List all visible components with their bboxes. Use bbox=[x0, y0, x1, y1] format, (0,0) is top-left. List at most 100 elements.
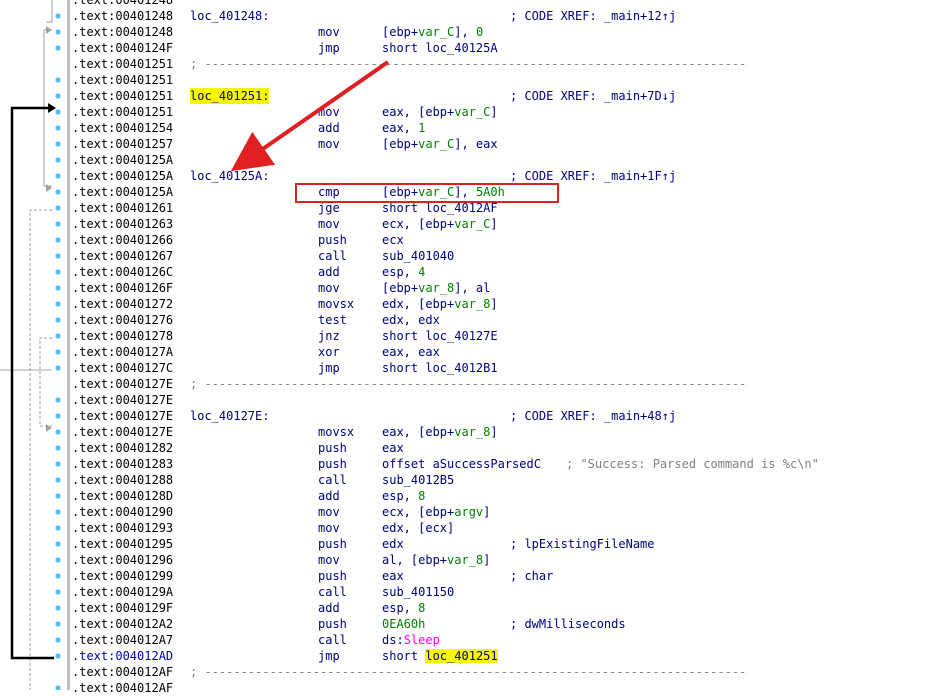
mnemonic[interactable]: push bbox=[318, 536, 347, 552]
operands[interactable]: edx, [ecx] bbox=[382, 520, 454, 536]
mnemonic[interactable]: jmp bbox=[318, 40, 340, 56]
operand-token[interactable]: eax, eax bbox=[382, 345, 440, 359]
address[interactable]: .text:0040125A bbox=[72, 168, 173, 184]
operands[interactable]: short loc_40127E bbox=[382, 328, 498, 344]
operand-token[interactable]: ], bbox=[454, 25, 476, 39]
mnemonic[interactable]: push bbox=[318, 616, 347, 632]
mnemonic[interactable]: test bbox=[318, 312, 347, 328]
mnemonic[interactable]: mov bbox=[318, 504, 340, 520]
mnemonic[interactable]: xor bbox=[318, 344, 340, 360]
operand-token[interactable]: ] bbox=[490, 297, 497, 311]
operand-token[interactable]: [ebp+ bbox=[382, 281, 418, 295]
address[interactable]: .text:004012AF bbox=[72, 680, 173, 696]
address[interactable]: .text:004012AD bbox=[72, 648, 173, 664]
gutter-divider[interactable] bbox=[67, 0, 70, 690]
mnemonic[interactable]: add bbox=[318, 600, 340, 616]
address[interactable]: .text:00401251 bbox=[72, 72, 173, 88]
listing-line[interactable]: .text:0040127A xor eax, eax bbox=[72, 344, 932, 360]
operand-token[interactable]: short loc_40125A bbox=[382, 41, 498, 55]
operands[interactable]: [ebp+var_C], 0 bbox=[382, 24, 483, 40]
listing-line[interactable]: .text:0040127C jmp short loc_4012B1 bbox=[72, 360, 932, 376]
address[interactable]: .text:00401267 bbox=[72, 248, 173, 264]
operand-token[interactable]: Sleep bbox=[404, 633, 440, 647]
mnemonic[interactable]: movsx bbox=[318, 424, 354, 440]
operand-token[interactable]: ecx, [ebp+ bbox=[382, 217, 454, 231]
address[interactable]: .text:004012A2 bbox=[72, 616, 173, 632]
operand-token[interactable]: al, [ebp+ bbox=[382, 553, 447, 567]
operand-token[interactable]: sub_401150 bbox=[382, 585, 454, 599]
operands[interactable]: eax, [ebp+var_8] bbox=[382, 424, 498, 440]
address[interactable]: .text:00401299 bbox=[72, 568, 173, 584]
operands[interactable]: sub_4012B5 bbox=[382, 472, 454, 488]
listing-line[interactable]: .text:004012AD jmp short loc_401251 bbox=[72, 648, 932, 664]
operands[interactable]: eax, 1 bbox=[382, 120, 425, 136]
mnemonic[interactable]: jmp bbox=[318, 648, 340, 664]
mnemonic[interactable]: call bbox=[318, 248, 347, 264]
listing-line[interactable]: .text:00401295 push edx ; lpExistingFileNam… bbox=[72, 536, 932, 552]
listing-line[interactable]: .text:0040125A loc_40125A: ; CODE XREF: _m… bbox=[72, 168, 932, 184]
address[interactable]: .text:0040126F bbox=[72, 280, 173, 296]
operands[interactable]: al, [ebp+var_8] bbox=[382, 552, 490, 568]
operand-token[interactable]: var_C bbox=[454, 217, 490, 231]
operands[interactable]: sub_401150 bbox=[382, 584, 454, 600]
mnemonic[interactable]: mov bbox=[318, 280, 340, 296]
operands[interactable]: edx bbox=[382, 536, 404, 552]
listing-line[interactable]: .text:00401288 call sub_4012B5 bbox=[72, 472, 932, 488]
listing-line[interactable]: .text:0040126F mov [ebp+var_8], al bbox=[72, 280, 932, 296]
operand-token[interactable]: var_8 bbox=[454, 425, 490, 439]
address[interactable]: .text:00401272 bbox=[72, 296, 173, 312]
mnemonic[interactable]: call bbox=[318, 632, 347, 648]
operand-token[interactable]: eax, bbox=[382, 121, 418, 135]
listing-line[interactable]: .text:00401283 push offset aSuccessParsedC… bbox=[72, 456, 932, 472]
listing-line[interactable]: .text:0040128D add esp, 8 bbox=[72, 488, 932, 504]
address[interactable]: .text:0040129F bbox=[72, 600, 173, 616]
mnemonic[interactable]: push bbox=[318, 568, 347, 584]
operand-token[interactable]: loc bbox=[425, 649, 448, 663]
operand-token[interactable]: esp, bbox=[382, 265, 418, 279]
mnemonic[interactable]: add bbox=[318, 120, 340, 136]
operands[interactable]: eax bbox=[382, 568, 404, 584]
operands[interactable]: esp, 8 bbox=[382, 600, 425, 616]
listing-line[interactable]: .text:0040127E loc_40127E: ; CODE XREF: _m… bbox=[72, 408, 932, 424]
listing-line[interactable]: .text:00401251 bbox=[72, 72, 932, 88]
mnemonic[interactable]: mov bbox=[318, 216, 340, 232]
operand-token[interactable]: ecx bbox=[382, 233, 404, 247]
listing-line[interactable]: .text:00401266 push ecx bbox=[72, 232, 932, 248]
address[interactable]: .text:00401293 bbox=[72, 520, 173, 536]
address[interactable]: .text:00401278 bbox=[72, 328, 173, 344]
operand-token[interactable]: var_C bbox=[454, 105, 490, 119]
listing-line[interactable]: .text:00401290 mov ecx, [ebp+argv] bbox=[72, 504, 932, 520]
operand-token[interactable]: ], al bbox=[454, 281, 490, 295]
operand-token[interactable]: edx, [ebp+ bbox=[382, 297, 454, 311]
operand-token[interactable]: var_8 bbox=[454, 297, 490, 311]
mnemonic[interactable]: mov bbox=[318, 104, 340, 120]
mnemonic[interactable]: mov bbox=[318, 552, 340, 568]
listing-line[interactable]: .text:00401248 loc_401248: ; CODE XREF: _m… bbox=[72, 8, 932, 24]
listing-line[interactable]: .text:0040126C add esp, 4 bbox=[72, 264, 932, 280]
listing-line[interactable]: .text:0040127E movsx eax, [ebp+var_8] bbox=[72, 424, 932, 440]
operand-token[interactable]: argv bbox=[454, 505, 483, 519]
operand-token[interactable]: edx, edx bbox=[382, 313, 440, 327]
address[interactable]: .text:00401261 bbox=[72, 200, 173, 216]
operand-token[interactable]: esp, bbox=[382, 489, 418, 503]
address[interactable]: .text:00401251 bbox=[72, 104, 173, 120]
operands[interactable]: short loc_401251 bbox=[382, 648, 498, 664]
address[interactable]: .text:00401290 bbox=[72, 504, 173, 520]
operand-token[interactable]: _401251 bbox=[447, 649, 498, 663]
operands[interactable]: eax, [ebp+var_C] bbox=[382, 104, 498, 120]
operand-token[interactable]: sub_4012B5 bbox=[382, 473, 454, 487]
operands[interactable]: [ebp+var_8], al bbox=[382, 280, 490, 296]
listing-line[interactable]: .text:00401293 mov edx, [ecx] bbox=[72, 520, 932, 536]
operand-token[interactable]: 0 bbox=[476, 25, 483, 39]
operand-token[interactable]: var_8 bbox=[447, 553, 483, 567]
operand-token[interactable]: var_8 bbox=[418, 281, 454, 295]
mnemonic[interactable]: movsx bbox=[318, 296, 354, 312]
operand-token[interactable]: ecx, [ebp+ bbox=[382, 505, 454, 519]
listing-line[interactable]: .text:00401251 loc_401251: ; CODE XREF: _m… bbox=[72, 88, 932, 104]
listing-line[interactable]: .text:00401254 add eax, 1 bbox=[72, 120, 932, 136]
operands[interactable]: esp, 4 bbox=[382, 264, 425, 280]
operands[interactable]: sub_401040 bbox=[382, 248, 454, 264]
listing-line[interactable]: .text:0040124F jmp short loc_40125A bbox=[72, 40, 932, 56]
mnemonic[interactable]: mov bbox=[318, 520, 340, 536]
operand-token[interactable]: short loc_40127E bbox=[382, 329, 498, 343]
